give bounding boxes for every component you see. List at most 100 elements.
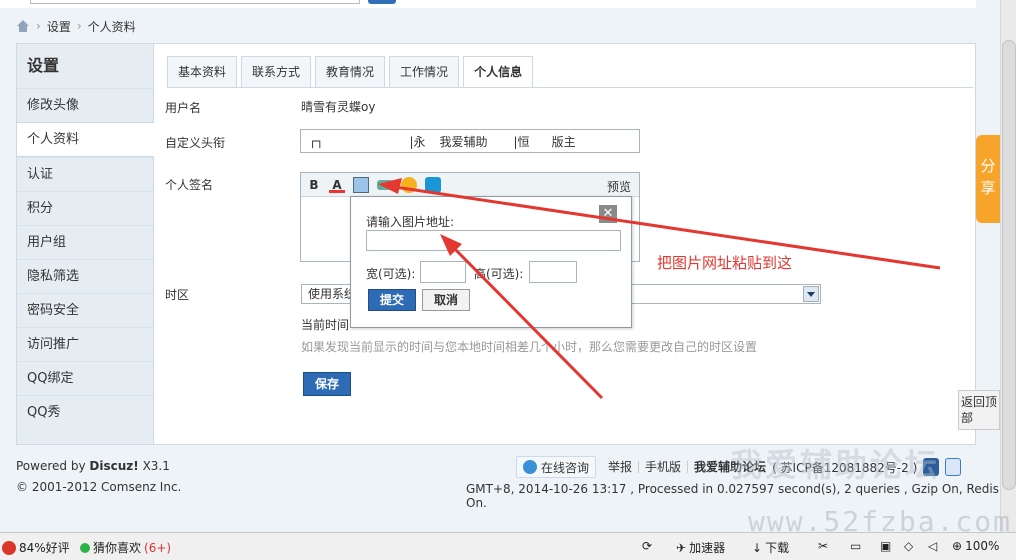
online-consult-label: 在线咨询 xyxy=(541,460,590,475)
rating-label: 84%好评 xyxy=(19,541,70,555)
breadcrumb: › 设置 › 个人资料 xyxy=(16,18,136,34)
download-item[interactable]: ↓ 下载 xyxy=(752,539,789,556)
breadcrumb-settings[interactable]: 设置 xyxy=(47,18,71,35)
sidebar-item-avatar[interactable]: 修改头像 xyxy=(17,88,153,122)
sidebar-item-profile[interactable]: 个人资料 xyxy=(17,122,154,157)
screen-icon[interactable]: ▣ xyxy=(880,539,891,553)
customtitle-part: |恒 xyxy=(513,134,530,149)
timezone-label: 时区 xyxy=(165,288,190,302)
footer-powered: Powered by Discuz! X3.1 xyxy=(16,459,170,473)
customtitle-part: 我爱辅助 xyxy=(439,134,488,149)
tab-contact[interactable]: 联系方式 xyxy=(241,56,312,87)
preview-button[interactable]: 预览 xyxy=(607,178,631,195)
sidebar-item-qq-show[interactable]: QQ秀 xyxy=(17,395,153,429)
zoom-label: 100% xyxy=(965,539,1000,553)
tab-work[interactable]: 工作情况 xyxy=(389,56,460,87)
chevron-down-icon[interactable] xyxy=(803,286,819,302)
accelerator-item[interactable]: ✈ 加速器 xyxy=(676,539,725,556)
sidebar-item-promotion[interactable]: 访问推广 xyxy=(17,327,153,361)
sidebar-item-password[interactable]: 密码安全 xyxy=(17,293,153,327)
footer-version: X3.1 xyxy=(142,459,170,473)
width-input[interactable] xyxy=(420,261,466,283)
breadcrumb-current: 个人资料 xyxy=(87,19,136,34)
chat-icon xyxy=(523,460,537,474)
home-icon[interactable] xyxy=(16,20,30,32)
footer-copyright: © 2001-2012 Comsenz Inc. xyxy=(16,480,182,494)
customtitle-part: |永 xyxy=(409,134,426,149)
volume-icon[interactable]: ◁ xyxy=(928,539,937,553)
sidebar-item-privacy[interactable]: 隐私筛选 xyxy=(17,259,153,293)
sidebar-item-credits[interactable]: 积分 xyxy=(17,191,153,225)
bold-icon[interactable]: B xyxy=(306,177,322,193)
footer-powered-text: Powered by xyxy=(16,459,86,473)
mobile-link[interactable]: 手机版 xyxy=(638,461,687,473)
watermark-cn: 我爱辅助论坛 xyxy=(730,446,941,484)
signature-label: 个人签名 xyxy=(165,178,214,192)
guess-count: (6+) xyxy=(144,540,172,555)
sidebar-item-verify[interactable]: 认证 xyxy=(17,157,153,191)
annotation-text: 把图片网址粘贴到这 xyxy=(657,254,793,272)
status-dot-icon xyxy=(80,542,90,553)
submit-button[interactable]: 提交 xyxy=(368,289,416,311)
link-icon[interactable] xyxy=(377,180,393,190)
breadcrumb-separator: › xyxy=(76,19,82,33)
top-strip xyxy=(0,0,976,8)
close-icon[interactable]: ✕ xyxy=(599,205,617,223)
trash-icon[interactable]: ◇ xyxy=(904,539,913,553)
tomato-icon xyxy=(2,540,16,555)
guess-item[interactable]: 猜你喜欢 (6+) xyxy=(80,539,171,556)
customtitle-label: 自定义头衔 xyxy=(165,136,226,150)
zoom-icon: ⊕ xyxy=(952,539,963,553)
username-label: 用户名 xyxy=(165,101,202,115)
save-button[interactable]: 保存 xyxy=(303,372,351,396)
sidebar: 设置 修改头像 个人资料 认证 积分 用户组 隐私筛选 密码安全 访问推广 QQ… xyxy=(17,44,154,444)
font-color-icon[interactable]: A xyxy=(329,177,345,193)
download-label: 下载 xyxy=(765,541,790,555)
download-icon: ↓ xyxy=(752,540,763,555)
vertical-scrollbar[interactable] xyxy=(1000,0,1016,532)
sidebar-item-qq-bind[interactable]: QQ绑定 xyxy=(17,361,153,395)
online-consult-button[interactable]: 在线咨询 xyxy=(516,456,597,478)
timezone-hint: 如果发现当前显示的时间与您本地时间相差几个小时，那么您需要更改自己的时区设置 xyxy=(301,340,758,354)
browser-status-bar: 84%好评 猜你喜欢 (6+) ⟳ ✈ 加速器 ↓ 下载 ✂ ▭ ▣ ◇ ◁ ⊕… xyxy=(0,532,1016,560)
image-url-popup: ✕ 请输入图片地址: 宽(可选): 高(可选): 提交 取消 xyxy=(350,196,632,328)
accelerator-label: 加速器 xyxy=(689,541,726,555)
image-icon[interactable] xyxy=(353,177,369,193)
search-button[interactable] xyxy=(368,0,396,4)
qq-icon[interactable] xyxy=(425,177,441,193)
scissors-icon[interactable]: ✂ xyxy=(818,539,828,553)
share-button[interactable]: 分享 xyxy=(976,135,1000,223)
timezone-value: 使用系统 xyxy=(308,287,357,301)
emoji-icon[interactable] xyxy=(401,177,417,193)
sidebar-title: 设置 xyxy=(27,56,60,75)
cert-badge-icon[interactable] xyxy=(945,458,962,476)
rating-item[interactable]: 84%好评 xyxy=(2,539,70,556)
sidebar-item-usergroup[interactable]: 用户组 xyxy=(17,225,153,259)
refresh-icon[interactable]: ⟳ xyxy=(642,539,652,553)
tab-divider xyxy=(167,87,973,88)
cancel-button[interactable]: 取消 xyxy=(422,289,470,311)
image-url-input[interactable] xyxy=(366,230,621,251)
scrollbar-thumb[interactable] xyxy=(1002,40,1016,490)
tab-basic[interactable]: 基本资料 xyxy=(167,56,238,87)
width-label: 宽(可选): xyxy=(366,267,416,281)
window-icon[interactable]: ▭ xyxy=(850,539,861,553)
tab-education[interactable]: 教育情况 xyxy=(315,56,386,87)
customtitle-part: 版主 xyxy=(551,134,576,149)
zoom-item[interactable]: ⊕ 100% xyxy=(952,539,999,553)
rocket-icon: ✈ xyxy=(676,540,687,555)
customtitle-part: ┌┐ xyxy=(309,134,324,148)
search-input[interactable] xyxy=(30,0,360,4)
guess-label: 猜你喜欢 xyxy=(93,541,142,555)
current-time-label: 当前时间 xyxy=(301,318,350,332)
editor-toolbar: B A 预览 xyxy=(301,173,639,197)
back-to-top-button[interactable]: 返回顶部 xyxy=(958,390,1000,430)
username-value: 晴雪有灵蝶oy xyxy=(301,100,376,114)
report-link[interactable]: 举报 xyxy=(602,461,638,473)
footer-product[interactable]: Discuz! xyxy=(89,459,138,473)
image-url-label: 请输入图片地址: xyxy=(366,215,455,229)
tab-personal[interactable]: 个人信息 xyxy=(463,56,534,88)
profile-tabs: 基本资料 联系方式 教育情况 工作情况 个人信息 xyxy=(167,56,534,88)
height-input[interactable] xyxy=(529,261,577,283)
customtitle-input[interactable]: ┌┐ |永 我爱辅助 |恒 版主 xyxy=(300,129,640,153)
